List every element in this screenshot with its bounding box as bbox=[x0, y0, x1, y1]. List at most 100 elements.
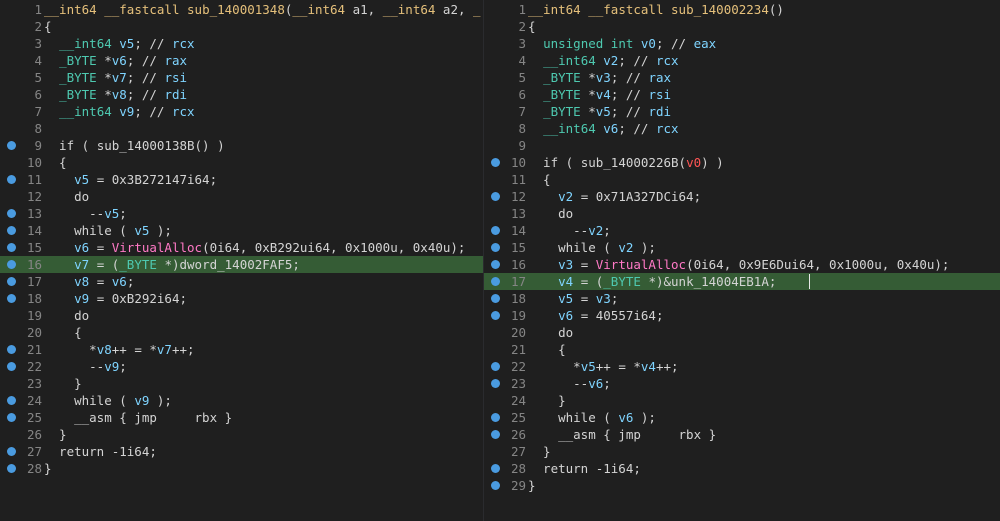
line-number: 24 bbox=[26, 393, 42, 408]
code-text: _BYTE *v7; // rsi bbox=[59, 70, 188, 85]
right-code-pane[interactable]: 1 __int64 __fastcall sub_140002234() 2{3 u… bbox=[483, 0, 1000, 521]
code-line[interactable]: 8 bbox=[0, 120, 483, 137]
code-line[interactable]: 19 do bbox=[0, 307, 483, 324]
code-line[interactable]: 27 } bbox=[484, 443, 1000, 460]
code-text: do bbox=[528, 206, 574, 221]
code-text: while ( v9 ); bbox=[44, 393, 172, 408]
code-line[interactable]: 28} bbox=[0, 460, 483, 477]
code-line[interactable]: 4 __int64 v2; // rcx bbox=[484, 52, 1000, 69]
code-line[interactable]: 17 v8 = v6; bbox=[0, 273, 483, 290]
line-number: 25 bbox=[510, 410, 526, 425]
code-line[interactable]: 12 do bbox=[0, 188, 483, 205]
code-line[interactable]: 1 __int64 __fastcall sub_140001348(__int6… bbox=[0, 1, 483, 18]
line-number: 10 bbox=[26, 155, 42, 170]
code-line[interactable]: 11 { bbox=[484, 171, 1000, 188]
code-line[interactable]: 5 _BYTE *v7; // rsi bbox=[0, 69, 483, 86]
code-text: { bbox=[528, 19, 536, 34]
line-number: 28 bbox=[510, 461, 526, 476]
code-line[interactable]: 16 v3 = VirtualAlloc(0i64, 0x9E6Dui64, 0… bbox=[484, 256, 1000, 273]
code-line[interactable]: 25 while ( v6 ); bbox=[484, 409, 1000, 426]
code-text: *v5++ = *v4++; bbox=[528, 359, 679, 374]
code-line[interactable]: 13 do bbox=[484, 205, 1000, 222]
code-line[interactable]: 10 if ( sub_14000226B(v0) ) bbox=[484, 154, 1000, 171]
code-line[interactable]: 10 { bbox=[0, 154, 483, 171]
line-number: 16 bbox=[510, 257, 526, 272]
code-line[interactable]: 1 __int64 __fastcall sub_140002234() bbox=[484, 1, 1000, 18]
code-line[interactable]: 22 *v5++ = *v4++; bbox=[484, 358, 1000, 375]
line-number: 28 bbox=[26, 461, 42, 476]
code-line[interactable]: 19 v6 = 40557i64; bbox=[484, 307, 1000, 324]
code-line[interactable]: 7 __int64 v9; // rcx bbox=[0, 103, 483, 120]
line-number: 3 bbox=[518, 36, 526, 51]
code-text: _BYTE *v4; // rsi bbox=[543, 87, 672, 102]
code-line[interactable]: 24 while ( v9 ); bbox=[0, 392, 483, 409]
code-line[interactable]: 12 v2 = 0x71A327DCi64; bbox=[484, 188, 1000, 205]
code-text: } bbox=[528, 444, 551, 459]
line-number: 9 bbox=[34, 138, 42, 153]
code-line[interactable]: 21 *v8++ = *v7++; bbox=[0, 341, 483, 358]
code-line[interactable]: 13 --v5; bbox=[0, 205, 483, 222]
line-number: 21 bbox=[26, 342, 42, 357]
code-text: v7 = (_BYTE *)dword_14002FAF5; bbox=[74, 257, 300, 272]
code-line[interactable]: 18 v5 = v3; bbox=[484, 290, 1000, 307]
code-line[interactable]: 3 unsigned int v0; // eax bbox=[484, 35, 1000, 52]
code-line[interactable]: 20 do bbox=[484, 324, 1000, 341]
code-line[interactable]: 23 } bbox=[0, 375, 483, 392]
code-line[interactable]: 4 _BYTE *v6; // rax bbox=[0, 52, 483, 69]
code-text: __int64 v5; // rcx bbox=[59, 36, 195, 51]
code-line[interactable]: 18 v9 = 0xB292i64; bbox=[0, 290, 483, 307]
code-line[interactable]: 6 _BYTE *v4; // rsi bbox=[484, 86, 1000, 103]
code-text: return -1i64; bbox=[44, 444, 157, 459]
code-line[interactable]: 20 { bbox=[0, 324, 483, 341]
line-number: 20 bbox=[510, 325, 526, 340]
code-line[interactable]: 23 --v6; bbox=[484, 375, 1000, 392]
code-line[interactable]: 15 v6 = VirtualAlloc(0i64, 0xB292ui64, 0… bbox=[0, 239, 483, 256]
line-number: 22 bbox=[510, 359, 526, 374]
code-text: } bbox=[44, 427, 67, 442]
line-number: 5 bbox=[518, 70, 526, 85]
code-text: __int64 v9; // rcx bbox=[59, 104, 195, 119]
code-line[interactable]: 21 { bbox=[484, 341, 1000, 358]
line-number: 17 bbox=[510, 274, 526, 289]
code-line[interactable]: 24 } bbox=[484, 392, 1000, 409]
code-line[interactable]: 5 _BYTE *v3; // rax bbox=[484, 69, 1000, 86]
code-text: { bbox=[528, 172, 551, 187]
line-number: 23 bbox=[510, 376, 526, 391]
line-number: 14 bbox=[510, 223, 526, 238]
code-line[interactable]: 25 __asm { jmp rbx } bbox=[0, 409, 483, 426]
code-line[interactable]: 26 __asm { jmp rbx } bbox=[484, 426, 1000, 443]
code-text: _BYTE *v5; // rdi bbox=[543, 104, 672, 119]
code-text: if ( sub_14000226B(v0) ) bbox=[528, 155, 724, 170]
code-line[interactable]: 3 __int64 v5; // rcx bbox=[0, 35, 483, 52]
line-number: 16 bbox=[26, 257, 42, 272]
line-number: 25 bbox=[26, 410, 42, 425]
line-number: 29 bbox=[510, 478, 526, 493]
code-text: { bbox=[44, 325, 82, 340]
line-number: 6 bbox=[34, 87, 42, 102]
code-line[interactable]: 2{ bbox=[0, 18, 483, 35]
code-line[interactable]: 22 --v9; bbox=[0, 358, 483, 375]
code-text: while ( v6 ); bbox=[528, 410, 656, 425]
code-line[interactable]: 7 _BYTE *v5; // rdi bbox=[484, 103, 1000, 120]
code-line[interactable]: 17 v4 = (_BYTE *)&unk_14004EB1A; bbox=[484, 273, 1000, 290]
code-line[interactable]: 8 __int64 v6; // rcx bbox=[484, 120, 1000, 137]
code-text: while ( v5 ); bbox=[44, 223, 172, 238]
code-line[interactable]: 29} bbox=[484, 477, 1000, 494]
left-code-pane[interactable]: 1 __int64 __fastcall sub_140001348(__int6… bbox=[0, 0, 483, 521]
code-text: do bbox=[44, 189, 90, 204]
code-text: v8 = v6; bbox=[74, 274, 135, 289]
code-line[interactable]: 2{ bbox=[484, 18, 1000, 35]
code-line[interactable]: 28 return -1i64; bbox=[484, 460, 1000, 477]
code-line[interactable]: 14 --v2; bbox=[484, 222, 1000, 239]
code-line[interactable]: 27 return -1i64; bbox=[0, 443, 483, 460]
code-line[interactable]: 14 while ( v5 ); bbox=[0, 222, 483, 239]
code-line[interactable]: 9 bbox=[484, 137, 1000, 154]
code-line[interactable]: 6 _BYTE *v8; // rdi bbox=[0, 86, 483, 103]
code-line[interactable]: 16 v7 = (_BYTE *)dword_14002FAF5; bbox=[0, 256, 483, 273]
code-text: v3 = VirtualAlloc(0i64, 0x9E6Dui64, 0x10… bbox=[558, 257, 950, 272]
line-number: 1 bbox=[34, 2, 42, 17]
code-line[interactable]: 9 if ( sub_14000138B() ) bbox=[0, 137, 483, 154]
code-line[interactable]: 26 } bbox=[0, 426, 483, 443]
code-line[interactable]: 11 v5 = 0x3B272147i64; bbox=[0, 171, 483, 188]
code-line[interactable]: 15 while ( v2 ); bbox=[484, 239, 1000, 256]
